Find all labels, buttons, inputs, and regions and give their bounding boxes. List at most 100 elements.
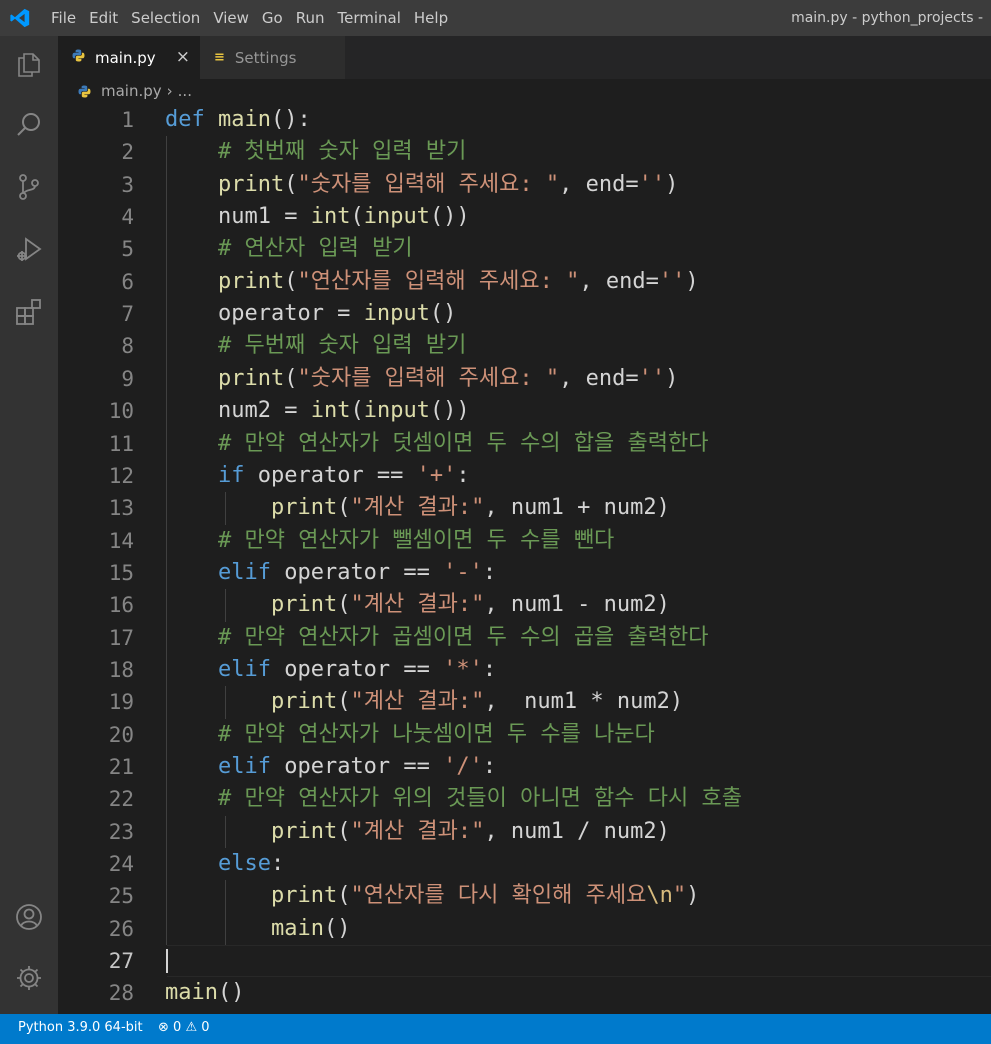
code-text[interactable]: elif operator == '/':: [165, 751, 496, 783]
run-debug-icon[interactable]: [14, 234, 44, 264]
code-text[interactable]: num2 = int(input()): [165, 395, 470, 427]
code-line[interactable]: 26 main(): [58, 913, 991, 945]
code-line[interactable]: 5 # 연산자 입력 받기: [58, 233, 991, 265]
line-number[interactable]: 1: [58, 104, 134, 136]
code-line[interactable]: 23 print("계산 결과:", num1 / num2): [58, 816, 991, 848]
code-text[interactable]: print("계산 결과:", num1 - num2): [165, 589, 670, 621]
code-text[interactable]: # 만약 연산자가 곱셈이면 두 수의 곱을 출력한다: [165, 622, 709, 654]
code-text[interactable]: # 만약 연산자가 뺄셈이면 두 수를 뺀다: [165, 525, 614, 557]
code-line[interactable]: 9 print("숫자를 입력해 주세요: ", end=''): [58, 363, 991, 395]
code-line[interactable]: 13 print("계산 결과:", num1 + num2): [58, 492, 991, 524]
code-line[interactable]: 6 print("연산자를 입력해 주세요: ", end=''): [58, 266, 991, 298]
line-number[interactable]: 18: [58, 654, 134, 686]
code-line[interactable]: 10 num2 = int(input()): [58, 395, 991, 427]
code-line[interactable]: 25 print("연산자를 다시 확인해 주세요\n"): [58, 880, 991, 912]
extensions-icon[interactable]: [14, 297, 44, 327]
line-number[interactable]: 14: [58, 525, 134, 557]
line-number[interactable]: 27: [58, 945, 134, 977]
line-number[interactable]: 16: [58, 589, 134, 621]
line-number[interactable]: 15: [58, 557, 134, 589]
code-line[interactable]: 27: [58, 945, 991, 978]
code-text[interactable]: print("연산자를 입력해 주세요: ", end=''): [165, 266, 699, 298]
code-text[interactable]: main(): [165, 913, 350, 945]
line-number[interactable]: 24: [58, 848, 134, 880]
line-number[interactable]: 6: [58, 266, 134, 298]
code-text[interactable]: # 만약 연산자가 위의 것들이 아니면 함수 다시 호출: [165, 783, 742, 815]
code-text[interactable]: def main():: [165, 104, 311, 136]
code-text[interactable]: print("연산자를 다시 확인해 주세요\n"): [165, 880, 699, 912]
menu-run[interactable]: Run: [296, 9, 325, 27]
code-text[interactable]: # 두번째 숫자 입력 받기: [165, 330, 466, 362]
code-editor[interactable]: 1 def main(): 2 # 첫번째 숫자 입력 받기 3 print("숫자를…: [58, 103, 991, 1014]
line-number[interactable]: 23: [58, 816, 134, 848]
search-icon[interactable]: [14, 110, 44, 140]
menu-selection[interactable]: Selection: [131, 9, 200, 27]
line-number[interactable]: 25: [58, 880, 134, 912]
settings-gear-icon[interactable]: [14, 963, 44, 993]
breadcrumb-more[interactable]: ...: [178, 82, 192, 100]
code-line[interactable]: 20 # 만약 연산자가 나눗셈이면 두 수를 나눈다: [58, 719, 991, 751]
code-text[interactable]: main(): [165, 977, 244, 1009]
account-icon[interactable]: [14, 902, 44, 932]
line-number[interactable]: 4: [58, 201, 134, 233]
code-line[interactable]: 12 if operator == '+':: [58, 460, 991, 492]
code-text[interactable]: if operator == '+':: [165, 460, 470, 492]
close-icon[interactable]: ×: [176, 47, 190, 67]
code-text[interactable]: elif operator == '*':: [165, 654, 496, 686]
python-interpreter[interactable]: Python 3.9.0 64-bit: [18, 1014, 143, 1041]
explorer-icon[interactable]: [14, 49, 44, 79]
line-number[interactable]: 26: [58, 913, 134, 945]
code-text[interactable]: print("계산 결과:", num1 + num2): [165, 492, 670, 524]
code-text[interactable]: print("숫자를 입력해 주세요: ", end=''): [165, 363, 678, 395]
line-number[interactable]: 20: [58, 719, 134, 751]
line-number[interactable]: 11: [58, 428, 134, 460]
source-control-icon[interactable]: [14, 172, 44, 202]
line-number[interactable]: 2: [58, 136, 134, 168]
breadcrumb-file[interactable]: main.py: [101, 82, 162, 100]
problems-indicator[interactable]: ⊗ 0 ⚠ 0: [158, 1014, 210, 1041]
code-line[interactable]: 3 print("숫자를 입력해 주세요: ", end=''): [58, 169, 991, 201]
menu-view[interactable]: View: [213, 9, 249, 27]
code-line[interactable]: 7 operator = input(): [58, 298, 991, 330]
code-line[interactable]: 17 # 만약 연산자가 곱셈이면 두 수의 곱을 출력한다: [58, 622, 991, 654]
vscode-logo-icon[interactable]: [9, 7, 31, 29]
line-number[interactable]: 5: [58, 233, 134, 265]
menu-go[interactable]: Go: [262, 9, 283, 27]
code-line[interactable]: 11 # 만약 연산자가 덧셈이면 두 수의 합을 출력한다: [58, 428, 991, 460]
code-line[interactable]: 14 # 만약 연산자가 뺄셈이면 두 수를 뺀다: [58, 525, 991, 557]
code-line[interactable]: 15 elif operator == '-':: [58, 557, 991, 589]
code-line[interactable]: 18 elif operator == '*':: [58, 654, 991, 686]
code-text[interactable]: num1 = int(input()): [165, 201, 470, 233]
code-line[interactable]: 21 elif operator == '/':: [58, 751, 991, 783]
code-line[interactable]: 4 num1 = int(input()): [58, 201, 991, 233]
code-line[interactable]: 8 # 두번째 숫자 입력 받기: [58, 330, 991, 362]
code-text[interactable]: print("계산 결과:", num1 / num2): [165, 816, 670, 848]
code-line[interactable]: 22 # 만약 연산자가 위의 것들이 아니면 함수 다시 호출: [58, 783, 991, 815]
line-number[interactable]: 8: [58, 330, 134, 362]
code-text[interactable]: # 만약 연산자가 덧셈이면 두 수의 합을 출력한다: [165, 428, 709, 460]
line-number[interactable]: 19: [58, 686, 134, 718]
line-number[interactable]: 9: [58, 363, 134, 395]
line-number[interactable]: 17: [58, 622, 134, 654]
tab-settings[interactable]: ≡ Settings: [200, 36, 345, 79]
code-text[interactable]: print("계산 결과:", num1 * num2): [165, 686, 683, 718]
code-line[interactable]: 19 print("계산 결과:", num1 * num2): [58, 686, 991, 718]
menu-help[interactable]: Help: [414, 9, 448, 27]
menu-terminal[interactable]: Terminal: [338, 9, 401, 27]
menu-edit[interactable]: Edit: [89, 9, 118, 27]
code-text[interactable]: # 만약 연산자가 나눗셈이면 두 수를 나눈다: [165, 719, 655, 751]
code-text[interactable]: elif operator == '-':: [165, 557, 496, 589]
line-number[interactable]: 12: [58, 460, 134, 492]
line-number[interactable]: 28: [58, 977, 134, 1009]
line-number[interactable]: 7: [58, 298, 134, 330]
code-text[interactable]: # 연산자 입력 받기: [165, 233, 413, 265]
code-line[interactable]: 24 else:: [58, 848, 991, 880]
line-number[interactable]: 3: [58, 169, 134, 201]
line-number[interactable]: 13: [58, 492, 134, 524]
line-number[interactable]: 21: [58, 751, 134, 783]
code-line[interactable]: 1 def main():: [58, 104, 991, 136]
code-text[interactable]: else:: [165, 848, 284, 880]
line-number[interactable]: 22: [58, 783, 134, 815]
code-text[interactable]: operator = input(): [165, 298, 456, 330]
code-text[interactable]: # 첫번째 숫자 입력 받기: [165, 136, 466, 168]
